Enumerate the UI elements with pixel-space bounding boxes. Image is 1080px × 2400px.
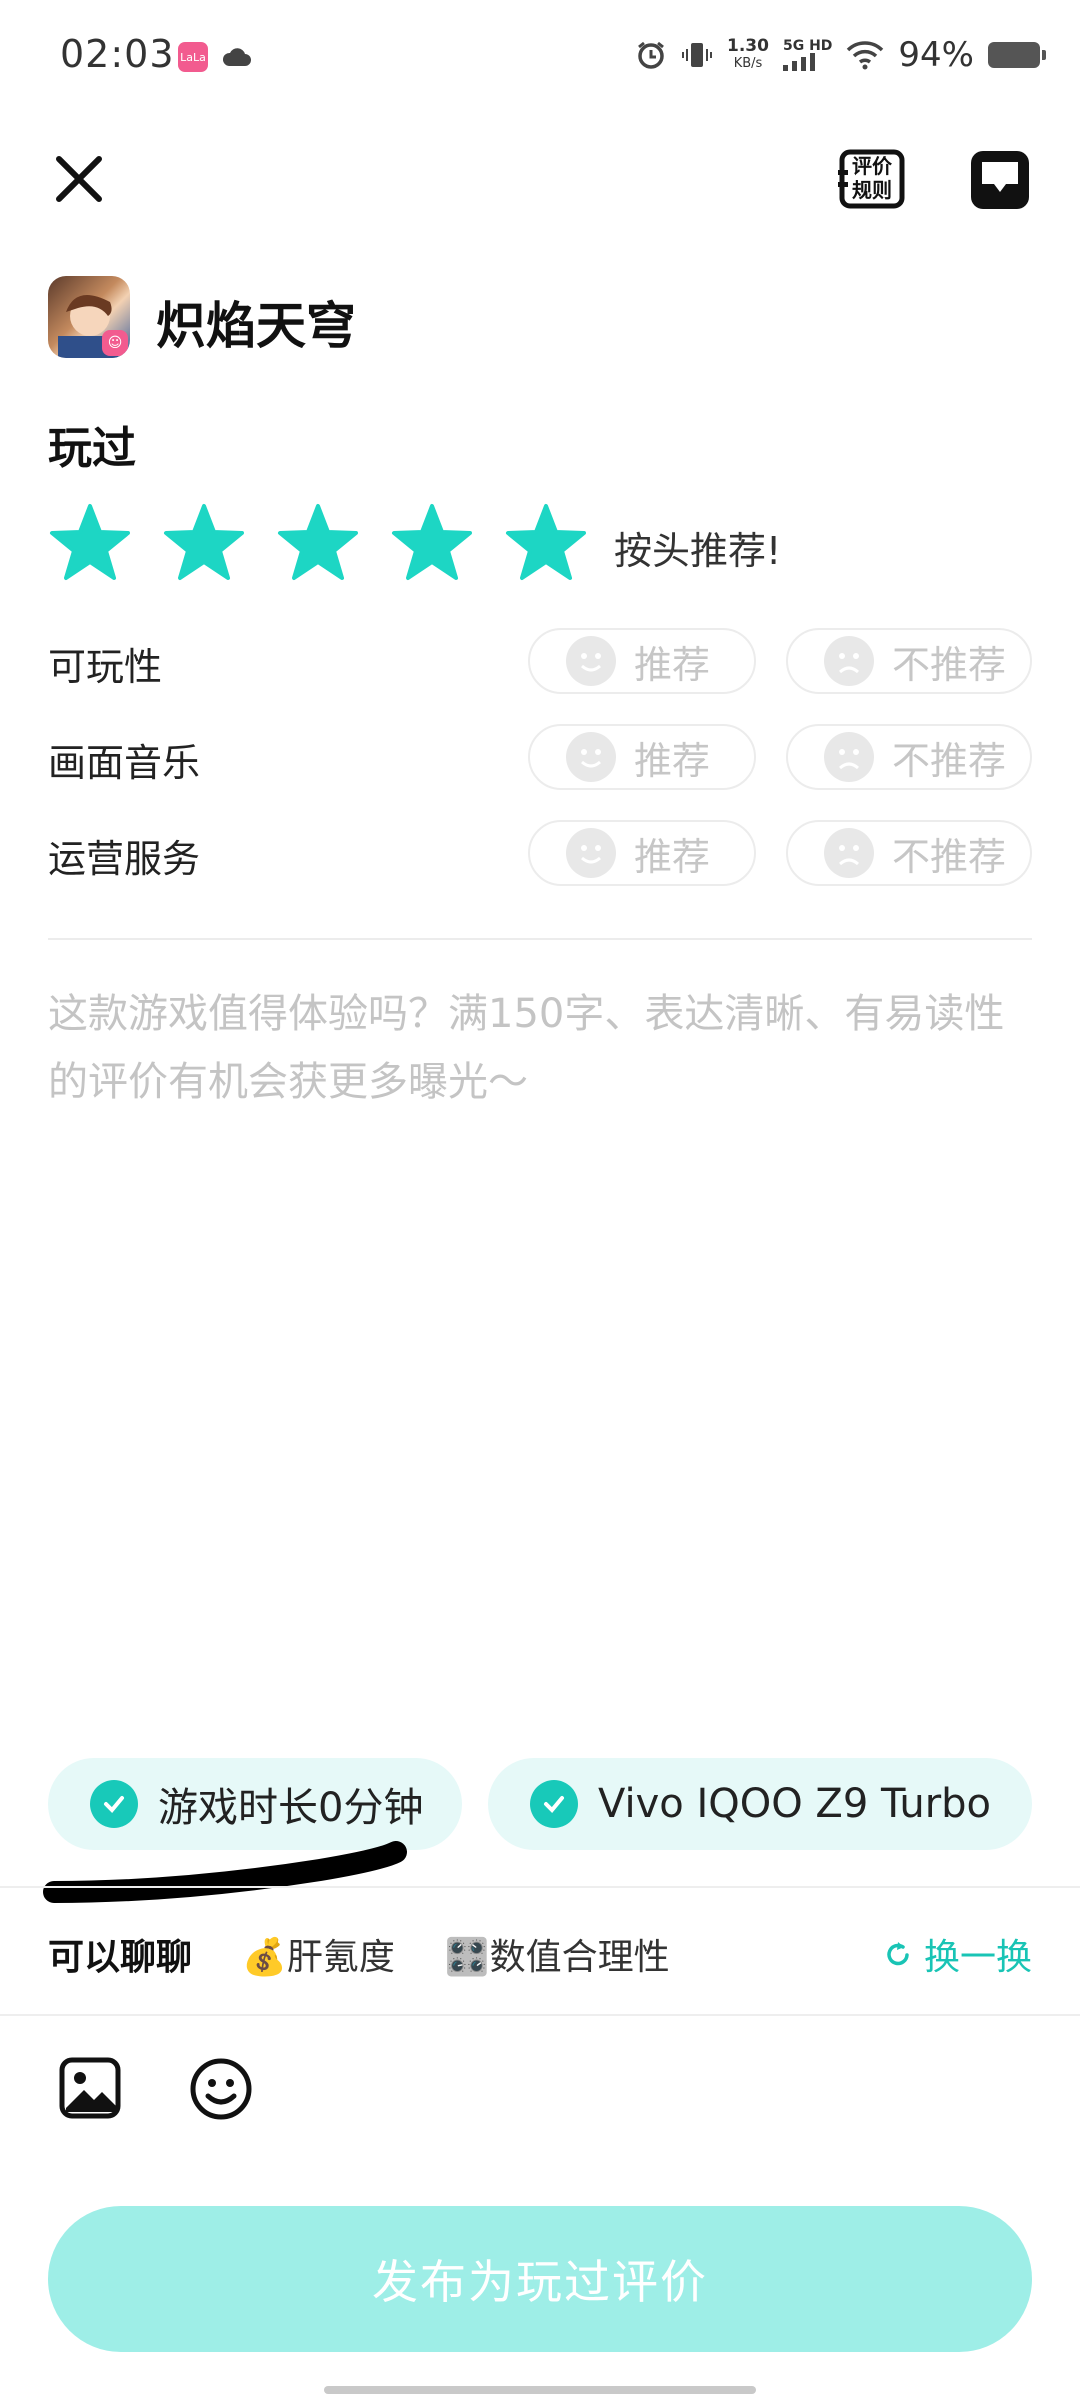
network-speed: 1.30 KB/s	[727, 38, 769, 72]
battery-percent: 94%	[898, 35, 974, 75]
recommend-button[interactable]: 推荐	[528, 724, 756, 790]
topic-item[interactable]: 💰肝氪度	[242, 1928, 395, 1980]
status-label: 玩过	[48, 423, 136, 474]
sad-face-icon	[824, 636, 874, 686]
recommend-button[interactable]: 推荐	[528, 628, 756, 694]
review-input[interactable]: 这款游戏值得体验吗？满150字、表达清晰、有易读性的评价有机会获更多曝光～	[48, 980, 1032, 1116]
emoji-icon	[190, 2058, 252, 2120]
refresh-icon	[887, 1942, 909, 1966]
status-bar: 02:03 LaLa 1.30 KB/s 5G HD 94%	[0, 0, 1080, 110]
message-icon	[971, 151, 1029, 209]
signal-group: 5G HD	[782, 38, 833, 71]
game-icon: ☺	[48, 276, 130, 358]
star-icon[interactable]	[390, 502, 474, 582]
alarm-icon	[638, 41, 664, 69]
rating-text: 按头推荐!	[614, 529, 782, 573]
game-title: 炽焰天穹	[156, 297, 356, 355]
smile-face-icon	[566, 732, 616, 782]
recommend-label: 推荐	[634, 738, 711, 783]
divider	[48, 938, 1032, 940]
recommend-label: 推荐	[634, 642, 711, 687]
star-icon[interactable]	[162, 502, 246, 582]
vibrate-icon	[682, 43, 713, 67]
not-recommend-label: 不推荐	[892, 738, 1007, 783]
app-notification-icon: LaLa	[178, 42, 208, 72]
insert-image-button[interactable]	[58, 2056, 122, 2120]
topic-item[interactable]: 🎛️数值合理性	[445, 1928, 670, 1980]
star-rating[interactable]	[48, 502, 588, 582]
topic-item[interactable]: 可以聊聊	[48, 1928, 192, 1980]
dimension-label: 可玩性	[48, 645, 163, 689]
review-rules-button[interactable]: 评价 规则	[836, 148, 906, 210]
not-recommend-label: 不推荐	[892, 642, 1007, 687]
insert-emoji-button[interactable]	[188, 2056, 254, 2122]
divider	[0, 1886, 1080, 1888]
review-rules-label: 评价 规则	[852, 154, 892, 202]
dimension-label: 画面音乐	[48, 741, 201, 785]
dimension-row-playability: 可玩性 推荐 不推荐	[48, 628, 1032, 698]
topic-list: 可以聊聊 💰肝氪度 🎛️数值合理性	[48, 1928, 670, 1980]
smile-face-icon	[566, 636, 616, 686]
not-recommend-label: 不推荐	[892, 834, 1007, 879]
star-icon[interactable]	[48, 502, 132, 582]
not-recommend-button[interactable]: 不推荐	[786, 628, 1032, 694]
image-icon	[59, 2057, 121, 2119]
switch-label: 换一换	[923, 1937, 1032, 1978]
home-indicator[interactable]	[324, 2386, 756, 2394]
dimension-label: 运营服务	[48, 837, 201, 881]
dimension-row-graphics-music: 画面音乐 推荐 不推荐	[48, 724, 1032, 794]
recommend-button[interactable]: 推荐	[528, 820, 756, 886]
divider	[0, 2014, 1080, 2016]
switch-topics-button[interactable]: 换一换	[882, 1928, 1032, 1980]
not-recommend-button[interactable]: 不推荐	[786, 724, 1032, 790]
cloud-icon	[222, 48, 251, 66]
redaction-scribble	[43, 1841, 407, 1903]
star-icon[interactable]	[276, 502, 360, 582]
close-button[interactable]	[46, 146, 112, 212]
check-icon	[530, 1780, 578, 1828]
close-icon	[56, 156, 102, 202]
publish-button[interactable]: 发布为玩过评价	[48, 2206, 1032, 2352]
check-icon	[90, 1780, 138, 1828]
rules-label-line2: 规则	[852, 178, 892, 202]
star-icon[interactable]	[504, 502, 588, 582]
game-app-tag-icon: ☺	[102, 330, 128, 356]
sad-face-icon	[824, 732, 874, 782]
sad-face-icon	[824, 828, 874, 878]
recommend-label: 推荐	[634, 834, 711, 879]
message-button[interactable]	[968, 148, 1032, 212]
status-right: 1.30 KB/s 5G HD 94%	[635, 30, 1046, 80]
tag-label: 游戏时长0分钟	[158, 1785, 424, 1831]
speed-unit: KB/s	[733, 56, 763, 71]
signal-icon	[782, 53, 815, 71]
tag-label: Vivo IQOO Z9 Turbo	[598, 1781, 992, 1827]
rules-label-line1: 评价	[852, 154, 892, 178]
wifi-icon	[847, 41, 884, 70]
smile-face-icon	[566, 828, 616, 878]
battery-icon	[988, 42, 1046, 68]
status-time: 02:03	[60, 32, 175, 76]
device-tag[interactable]: Vivo IQOO Z9 Turbo	[488, 1758, 1032, 1850]
not-recommend-button[interactable]: 不推荐	[786, 820, 1032, 886]
dimension-row-operations: 运营服务 推荐 不推荐	[48, 820, 1032, 890]
network-type: 5G HD	[782, 38, 833, 54]
speed-value: 1.30	[727, 36, 769, 56]
